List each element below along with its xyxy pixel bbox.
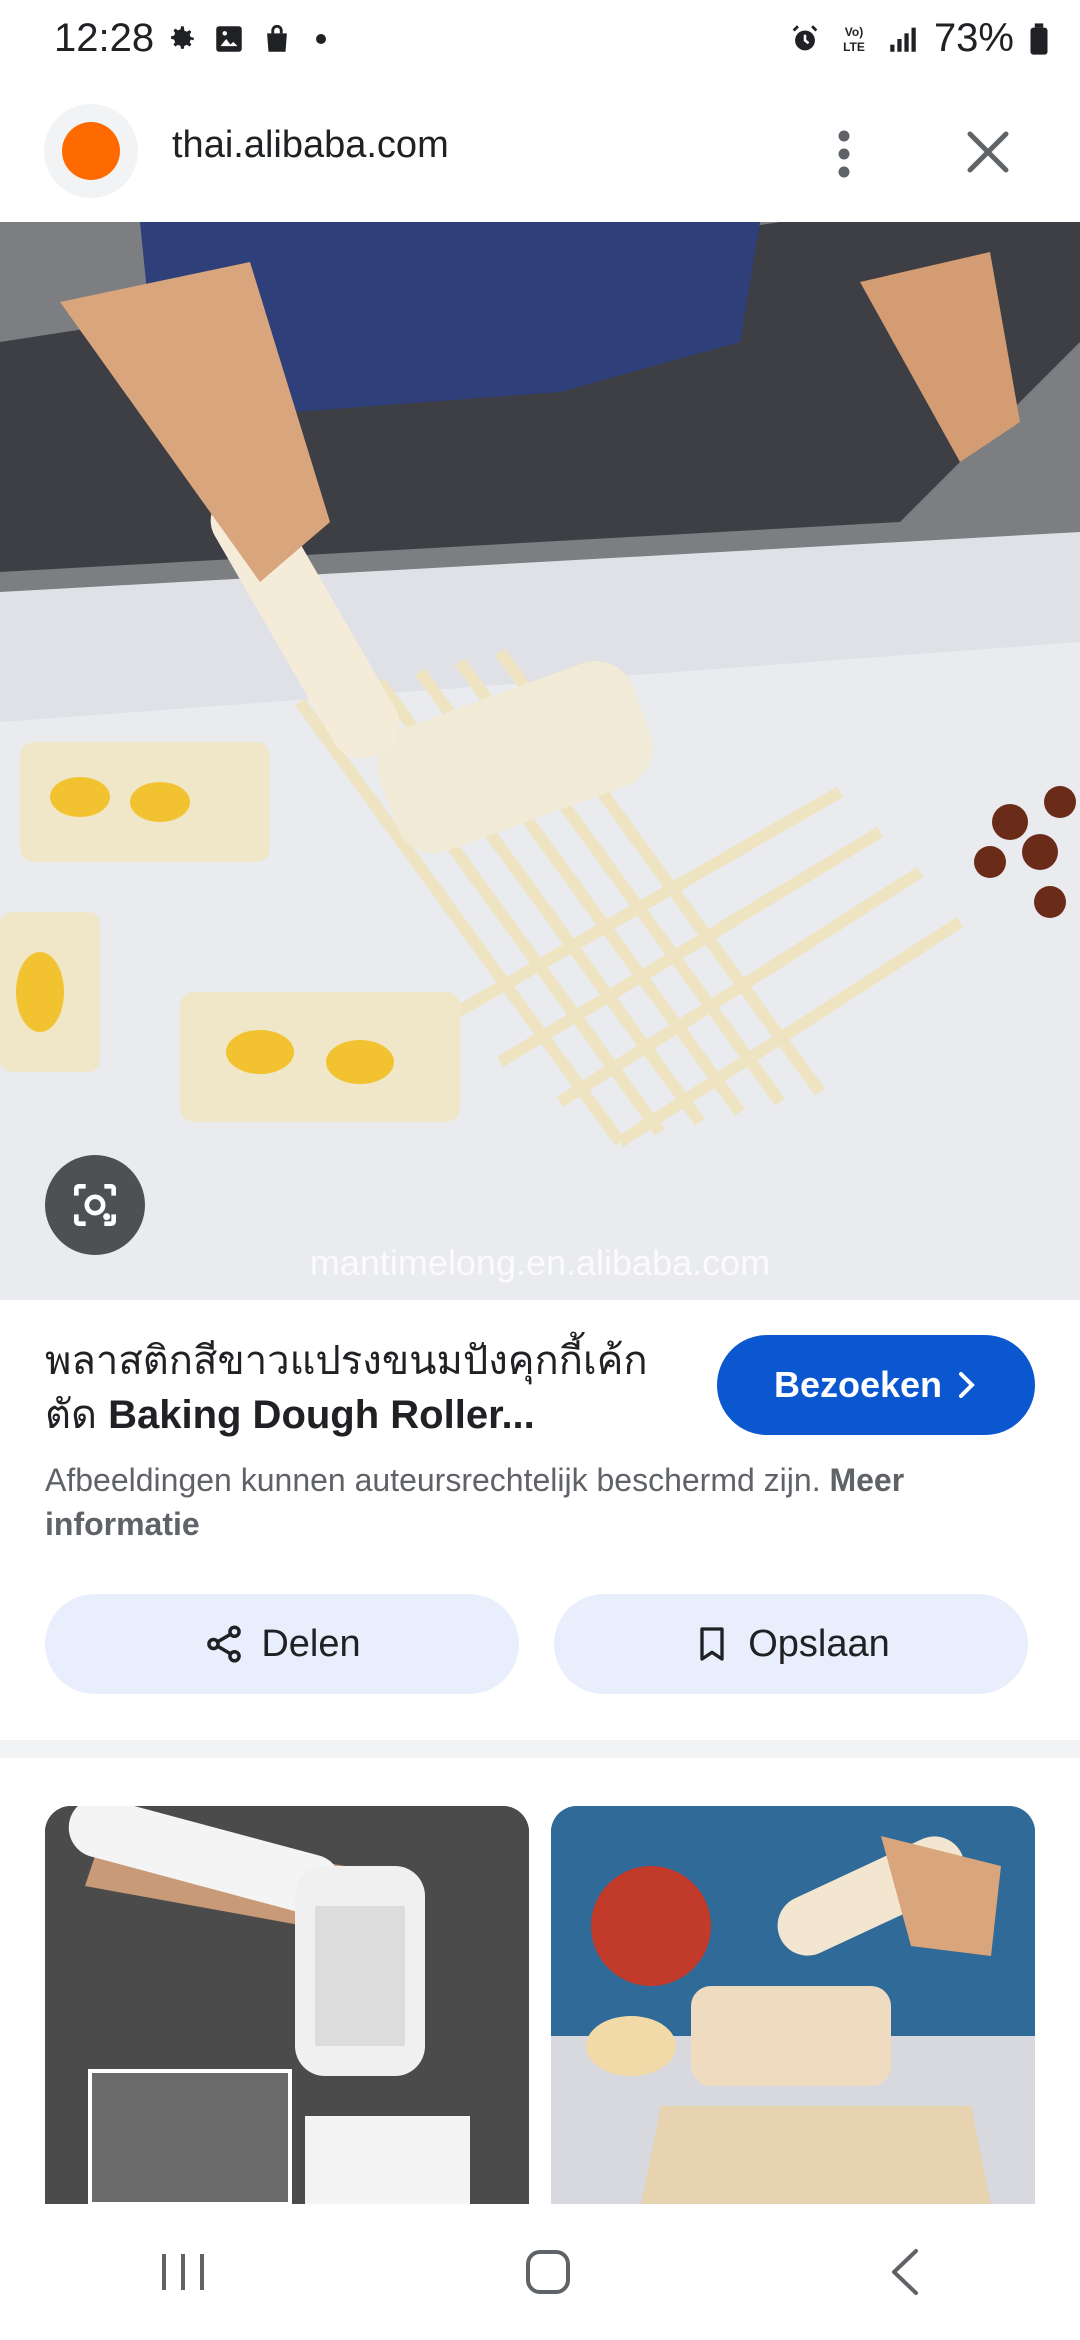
image-watermark: mantimelong.en.alibaba.com xyxy=(309,1242,771,1283)
visit-button[interactable]: Bezoeken xyxy=(717,1335,1035,1435)
site-favicon[interactable] xyxy=(44,104,138,198)
status-icons-left xyxy=(164,22,326,56)
main-product-image[interactable] xyxy=(0,222,1080,1300)
recent-apps-icon[interactable] xyxy=(158,2250,208,2294)
signal-icon xyxy=(890,27,916,52)
more-options-button[interactable] xyxy=(818,114,870,194)
status-time: 12:28 xyxy=(54,16,155,60)
bookmark-icon xyxy=(700,1627,724,1661)
alibaba-logo-icon xyxy=(62,122,120,180)
result-title[interactable]: พลาสติกสีขาวแปรงขนมปังคุกกี้เค้กตัด Baki… xyxy=(45,1334,685,1442)
share-label: Delen xyxy=(261,1622,361,1665)
battery-icon xyxy=(1030,22,1048,55)
product-photo xyxy=(0,222,1080,1300)
back-icon[interactable] xyxy=(888,2247,922,2297)
shopping-bag-icon xyxy=(267,24,287,52)
related-image-1[interactable] xyxy=(45,1806,529,2204)
related-image-2[interactable] xyxy=(551,1806,1035,2204)
gallery-icon xyxy=(216,26,242,52)
alarm-icon xyxy=(792,24,818,50)
volte-icon: Vo)LTE xyxy=(843,25,865,54)
related-photo-2 xyxy=(551,1806,1035,2204)
save-label: Opslaan xyxy=(748,1622,890,1665)
close-icon xyxy=(967,131,1009,173)
settings-icon xyxy=(171,26,194,49)
chevron-right-icon xyxy=(959,1372,975,1398)
close-button[interactable] xyxy=(946,110,1030,194)
custom-tab-toolbar: thai.alibaba.com xyxy=(0,84,1080,222)
lens-icon xyxy=(74,1184,116,1226)
section-divider xyxy=(0,1740,1080,1758)
copyright-text: Afbeeldingen kunnen auteursrechtelijk be… xyxy=(45,1462,830,1498)
status-bar: 12:28 Vo) LTE 73% xyxy=(0,0,1080,84)
home-icon[interactable] xyxy=(524,2248,572,2296)
status-icons-right: Vo) LTE 73% xyxy=(788,16,1050,61)
visit-button-label: Bezoeken xyxy=(773,1364,943,1405)
google-lens-button[interactable] xyxy=(45,1155,145,1255)
copyright-notice: Afbeeldingen kunnen auteursrechtelijk be… xyxy=(45,1458,1035,1546)
url-domain[interactable]: thai.alibaba.com xyxy=(172,124,449,167)
share-button[interactable]: Delen xyxy=(45,1594,519,1694)
result-title-english: Baking Dough Roller... xyxy=(108,1393,535,1437)
svg-text:Vo): Vo) xyxy=(845,25,863,39)
notification-dot-icon xyxy=(316,34,326,44)
save-button[interactable]: Opslaan xyxy=(554,1594,1028,1694)
battery-percent: 73% xyxy=(933,16,1014,60)
system-nav-bar xyxy=(0,2204,1080,2340)
svg-text:LTE: LTE xyxy=(843,40,865,54)
related-photo-1 xyxy=(45,1806,529,2204)
share-icon xyxy=(207,1625,242,1663)
more-vert-icon xyxy=(838,130,850,178)
